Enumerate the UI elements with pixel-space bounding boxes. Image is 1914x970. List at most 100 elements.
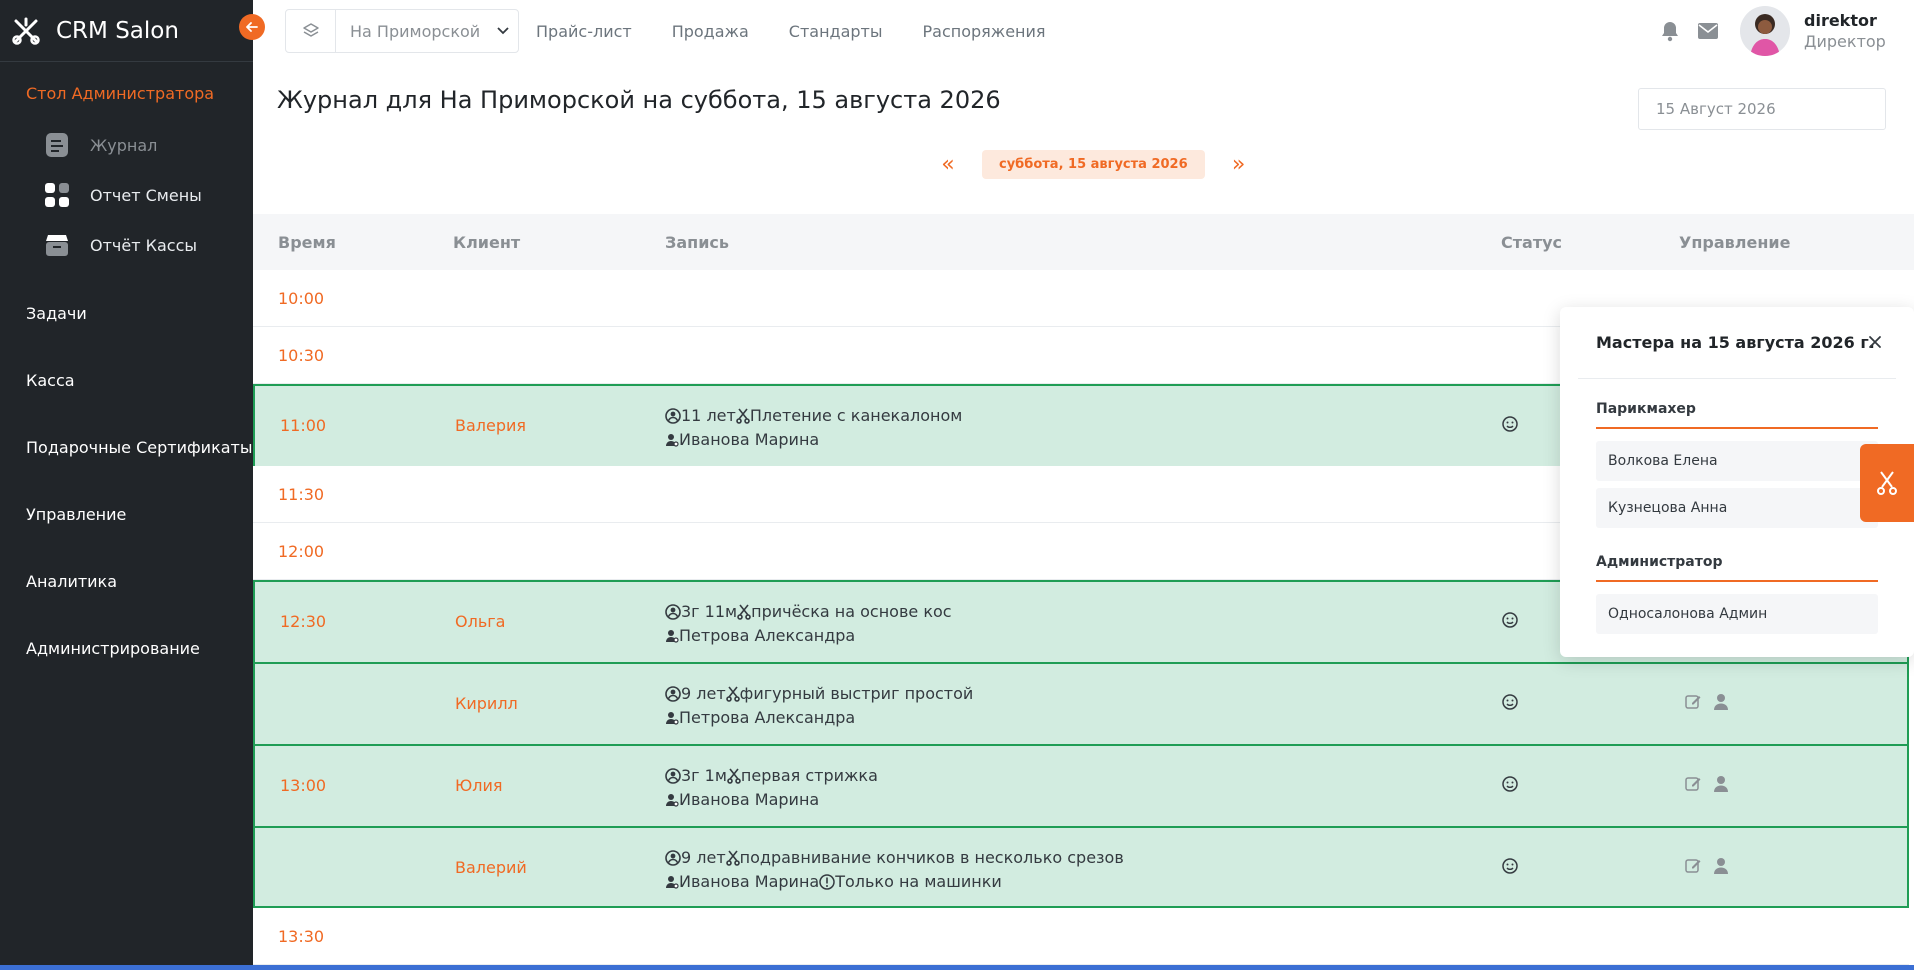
record-note: Только на машинки <box>835 872 1002 891</box>
master-name: Петрова Александра <box>679 708 856 727</box>
client-name[interactable]: Валерий <box>455 858 527 877</box>
record-details: 9 лет подравнивание кончиков в несколько… <box>665 846 1124 894</box>
time-slot[interactable]: 12:00 <box>278 542 324 561</box>
exclamation-icon <box>819 874 835 890</box>
master-item[interactable]: Односалонова Админ <box>1596 594 1878 634</box>
sidebar-item-cash[interactable]: Касса <box>0 347 253 414</box>
smile-status-icon[interactable] <box>1502 776 1518 796</box>
sidebar-item-gift-certificates[interactable]: Подарочные Сертификаты <box>0 414 253 481</box>
record-details: 3г 11м причёска на основе кос Петрова Ал… <box>665 600 952 648</box>
time-slot[interactable]: 10:30 <box>278 346 324 365</box>
service-name: первая стрижка <box>740 766 878 785</box>
user-name: direktor <box>1804 11 1877 30</box>
nav-orders[interactable]: Распоряжения <box>923 22 1046 41</box>
sidebar-item-management[interactable]: Управление <box>0 481 253 548</box>
layers-icon <box>286 10 336 52</box>
smile-status-icon[interactable] <box>1502 694 1518 714</box>
sidebar-item-administration[interactable]: Администрирование <box>0 615 253 682</box>
service-name: причёска на основе кос <box>751 602 952 621</box>
sidebar-item-tasks[interactable]: Задачи <box>0 280 253 347</box>
table-header: Время Клиент Запись Статус Управление <box>253 214 1914 270</box>
user-area: direktor Директор <box>1658 0 1914 62</box>
time-slot[interactable]: 11:30 <box>278 485 324 504</box>
service-name: подравнивание кончиков в несколько срезо… <box>739 848 1124 867</box>
client-name[interactable]: Валерия <box>455 416 526 435</box>
time-slot[interactable]: 13:00 <box>280 776 326 795</box>
chevron-down-icon <box>488 27 518 35</box>
scissors-icon <box>727 768 741 784</box>
mail-icon[interactable] <box>1696 19 1720 43</box>
scissors-icon <box>737 604 751 620</box>
sidebar-item-analytics[interactable]: Аналитика <box>0 548 253 615</box>
nav-standards[interactable]: Стандарты <box>789 22 883 41</box>
sidebar-section-admin-desk[interactable]: Стол Администратора <box>0 62 253 120</box>
master-item[interactable]: Кузнецова Анна <box>1596 488 1878 528</box>
grid-icon <box>44 182 70 208</box>
branch-select[interactable]: На Приморской <box>285 9 519 53</box>
close-icon[interactable] <box>1866 333 1884 351</box>
masters-toggle-button[interactable] <box>1860 444 1914 522</box>
masters-panel-header: Мастера на 15 августа 2026 г. <box>1578 307 1896 379</box>
child-icon <box>665 604 681 620</box>
smile-status-icon[interactable] <box>1502 416 1518 436</box>
master-icon <box>666 434 679 447</box>
client-age: 11 лет <box>681 406 736 425</box>
brand[interactable]: CRM Salon <box>0 0 253 62</box>
scissors-icon <box>736 408 750 424</box>
scissors-icon <box>725 686 740 702</box>
row-actions <box>1684 775 1740 793</box>
edit-icon[interactable] <box>1684 693 1702 711</box>
prev-day-button[interactable]: « <box>930 152 966 177</box>
table-row[interactable]: 13:00 Юлия 3г 1м первая стрижка Иванова … <box>253 744 1909 826</box>
table-row[interactable]: Кирилл 9 лет фигурный выстриг простой Пе… <box>253 662 1909 744</box>
client-age: 9 лет <box>681 848 726 867</box>
sidebar-collapse-button[interactable] <box>239 14 265 40</box>
table-row[interactable]: 13:30 <box>253 908 1909 965</box>
client-name[interactable]: Юлия <box>455 776 503 795</box>
nav-sale[interactable]: Продажа <box>672 22 749 41</box>
scissors-logo-icon <box>10 15 42 47</box>
master-name: Иванова Марина <box>679 430 820 449</box>
date-input[interactable]: 15 Август 2026 <box>1638 88 1886 130</box>
smile-status-icon[interactable] <box>1502 858 1518 878</box>
bottom-border <box>0 965 1914 970</box>
edit-icon[interactable] <box>1684 775 1702 793</box>
user-icon[interactable] <box>1713 857 1729 875</box>
service-name: фигурный выстриг простой <box>739 684 974 703</box>
user-icon[interactable] <box>1713 775 1729 793</box>
avatar[interactable] <box>1740 6 1790 56</box>
cashbox-icon <box>44 232 70 258</box>
scissors-icon <box>725 850 740 866</box>
arrow-left-icon <box>246 22 258 32</box>
table-row[interactable]: Валерий 9 лет подравнивание кончиков в н… <box>253 826 1909 908</box>
time-slot[interactable]: 12:30 <box>280 612 326 631</box>
client-name[interactable]: Кирилл <box>455 694 518 713</box>
sidebar: CRM Salon Стол Администратора Журнал Отч… <box>0 0 253 970</box>
bell-icon[interactable] <box>1658 19 1682 43</box>
sidebar-item-journal[interactable]: Журнал <box>0 120 253 170</box>
time-slot[interactable]: 10:00 <box>278 289 324 308</box>
nav-price-list[interactable]: Прайс-лист <box>536 22 632 41</box>
master-item[interactable]: Волкова Елена <box>1596 441 1878 481</box>
time-slot[interactable]: 11:00 <box>280 416 326 435</box>
time-slot[interactable]: 13:30 <box>278 927 324 946</box>
edit-icon[interactable] <box>1684 857 1702 875</box>
client-name[interactable]: Ольга <box>455 612 505 631</box>
document-icon <box>44 132 70 158</box>
next-day-button[interactable]: » <box>1221 152 1257 177</box>
user-icon[interactable] <box>1713 693 1729 711</box>
sidebar-item-shift-report[interactable]: Отчет Смены <box>0 170 253 220</box>
client-age: 3г 11м <box>681 602 738 621</box>
smile-status-icon[interactable] <box>1502 612 1518 632</box>
user-role: Директор <box>1804 32 1886 51</box>
master-icon <box>666 712 679 725</box>
record-details: 3г 1м первая стрижка Иванова Марина <box>665 764 878 812</box>
column-header-time: Время <box>278 232 336 252</box>
sidebar-item-cash-report[interactable]: Отчёт Кассы <box>0 220 253 270</box>
user-info[interactable]: direktor Директор <box>1804 11 1914 51</box>
record-details: 11 лет Плетение с канекалоном Иванова Ма… <box>665 404 962 452</box>
page-title: Журнал для На Приморской на суббота, 15 … <box>277 86 1001 114</box>
master-name: Иванова Марина <box>679 790 820 809</box>
child-icon <box>665 768 681 784</box>
master-name: Петрова Александра <box>679 626 856 645</box>
